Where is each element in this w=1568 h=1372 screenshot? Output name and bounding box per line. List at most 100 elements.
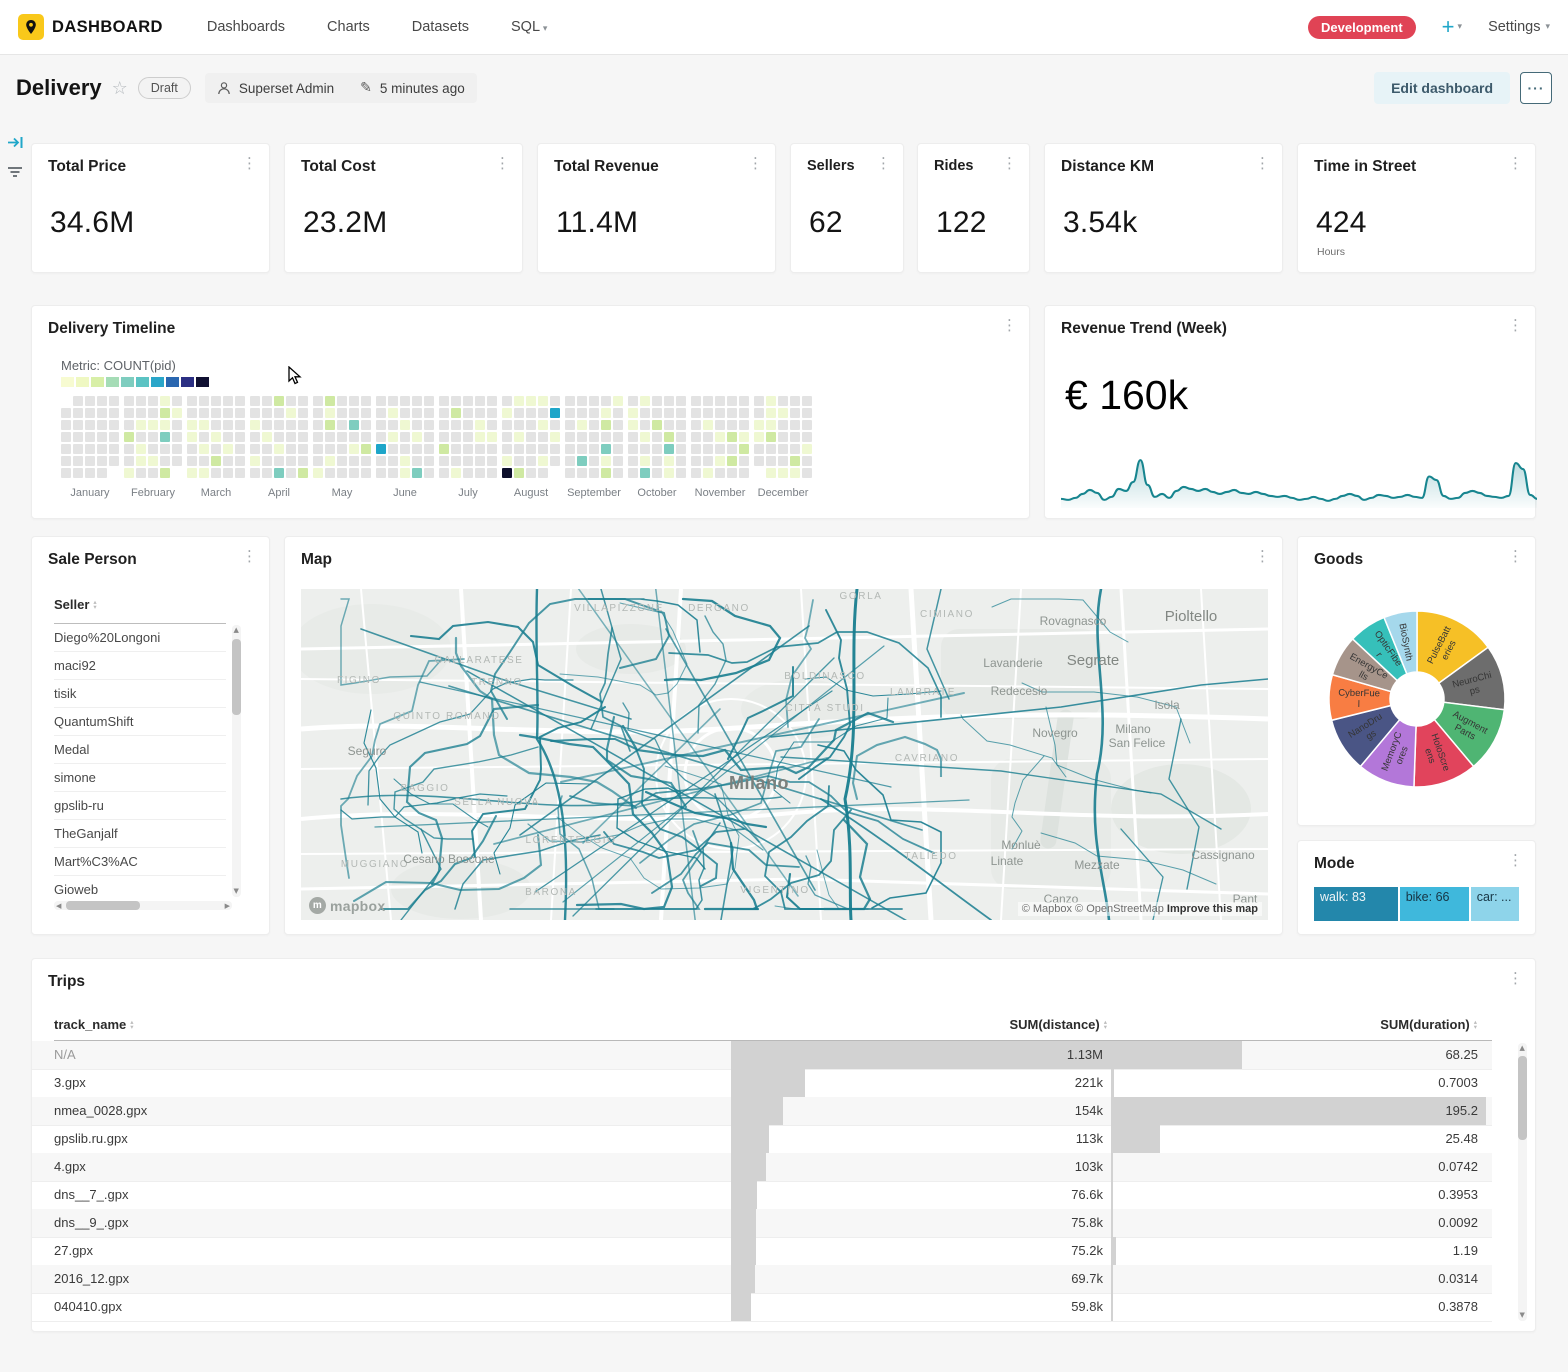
heatmap-cell[interactable] [538,456,548,466]
filter-funnel-icon[interactable] [7,166,23,180]
heatmap-cell[interactable] [349,444,359,454]
heatmap-cell[interactable] [628,432,638,442]
heatmap-cell[interactable] [325,420,335,430]
heatmap-cell[interactable] [424,444,434,454]
heatmap-cell[interactable] [223,396,233,406]
heatmap-cell[interactable] [148,396,158,406]
map-canvas[interactable]: VILLAPIZZONE DERGANO GORLA CIMIANO GALLARATE… [301,589,1268,920]
heatmap-cell[interactable] [187,432,197,442]
heatmap-cell[interactable] [613,444,623,454]
heatmap-cell[interactable] [148,420,158,430]
kebab-menu-icon[interactable]: ⋮ [1002,318,1017,333]
heatmap-cell[interactable] [652,396,662,406]
heatmap-cell[interactable] [526,432,536,442]
heatmap-cell[interactable] [136,420,146,430]
new-button[interactable]: + ▾ [1442,16,1462,38]
heatmap-cell[interactable] [211,456,221,466]
scrollbar-thumb[interactable] [232,639,241,715]
heatmap-cell[interactable] [463,444,473,454]
heatmap-cell[interactable] [376,456,386,466]
heatmap-cell[interactable] [652,420,662,430]
heatmap-cell[interactable] [664,468,674,478]
heatmap-cell[interactable] [109,468,119,478]
heatmap-cell[interactable] [589,468,599,478]
heatmap-cell[interactable] [766,456,776,466]
heatmap-cell[interactable] [85,396,95,406]
heatmap-cell[interactable] [361,408,371,418]
heatmap-cell[interactable] [325,408,335,418]
heatmap-cell[interactable] [766,468,776,478]
heatmap-cell[interactable] [199,396,209,406]
mode-bar-bike[interactable]: bike: 66 [1399,887,1469,921]
heatmap-cell[interactable] [97,408,107,418]
heatmap-cell[interactable] [628,444,638,454]
heatmap-cell[interactable] [136,468,146,478]
heatmap-cell[interactable] [148,432,158,442]
heatmap-cell[interactable] [514,468,524,478]
heatmap-cell[interactable] [298,432,308,442]
heatmap-cell[interactable] [451,420,461,430]
heatmap-cell[interactable] [652,456,662,466]
heatmap-cell[interactable] [124,420,134,430]
heatmap-cell[interactable] [187,420,197,430]
heatmap-cell[interactable] [589,444,599,454]
heatmap-cell[interactable] [613,408,623,418]
heatmap-cell[interactable] [361,432,371,442]
heatmap-cell[interactable] [211,408,221,418]
heatmap-cell[interactable] [727,444,737,454]
heatmap-cell[interactable] [652,408,662,418]
heatmap-cell[interactable] [412,432,422,442]
horizontal-scrollbar[interactable]: ◀ ▶ [54,901,232,910]
heatmap-cell[interactable] [664,396,674,406]
duration-column-header[interactable]: SUM(duration) ▴ ▾ [1272,1017,1477,1032]
heatmap-cell[interactable] [313,396,323,406]
heatmap-cell[interactable] [778,432,788,442]
heatmap-cell[interactable] [85,420,95,430]
heatmap-cell[interactable] [424,408,434,418]
heatmap-cell[interactable] [526,396,536,406]
heatmap-cell[interactable] [361,468,371,478]
heatmap-cell[interactable] [802,396,812,406]
heatmap-cell[interactable] [388,408,398,418]
sort-icon[interactable]: ▴ ▾ [1104,1018,1107,1030]
heatmap-cell[interactable] [388,468,398,478]
kebab-menu-icon[interactable]: ⋮ [1508,853,1523,868]
heatmap-cell[interactable] [325,396,335,406]
heatmap-cell[interactable] [514,420,524,430]
heatmap-cell[interactable] [565,432,575,442]
heatmap-cell[interactable] [463,408,473,418]
heatmap-cell[interactable] [61,444,71,454]
heatmap-cell[interactable] [274,432,284,442]
heatmap-cell[interactable] [691,420,701,430]
heatmap-cell[interactable] [577,444,587,454]
heatmap-cell[interactable] [703,396,713,406]
heatmap-cell[interactable] [187,456,197,466]
heatmap-cell[interactable] [160,420,170,430]
heatmap-cell[interactable] [766,420,776,430]
heatmap-cell[interactable] [487,468,497,478]
heatmap-cell[interactable] [727,408,737,418]
heatmap-cell[interactable] [388,396,398,406]
heatmap-cell[interactable] [487,432,497,442]
heatmap-cell[interactable] [136,456,146,466]
heatmap-cell[interactable] [199,432,209,442]
heatmap-cell[interactable] [61,420,71,430]
heatmap-cell[interactable] [124,408,134,418]
kebab-menu-icon[interactable]: ⋮ [495,156,510,171]
heatmap-cell[interactable] [550,420,560,430]
heatmap-cell[interactable] [475,468,485,478]
heatmap-cell[interactable] [550,444,560,454]
heatmap-cell[interactable] [550,408,560,418]
heatmap-cell[interactable] [187,444,197,454]
heatmap-cell[interactable] [538,408,548,418]
heatmap-cell[interactable] [703,468,713,478]
heatmap-cell[interactable] [550,456,560,466]
heatmap-cell[interactable] [727,396,737,406]
heatmap-cell[interactable] [715,468,725,478]
scroll-down-icon[interactable]: ▼ [234,888,239,895]
heatmap-cell[interactable] [298,444,308,454]
heatmap-cell[interactable] [223,456,233,466]
heatmap-cell[interactable] [754,444,764,454]
heatmap-cell[interactable] [172,468,182,478]
heatmap-cell[interactable] [136,408,146,418]
